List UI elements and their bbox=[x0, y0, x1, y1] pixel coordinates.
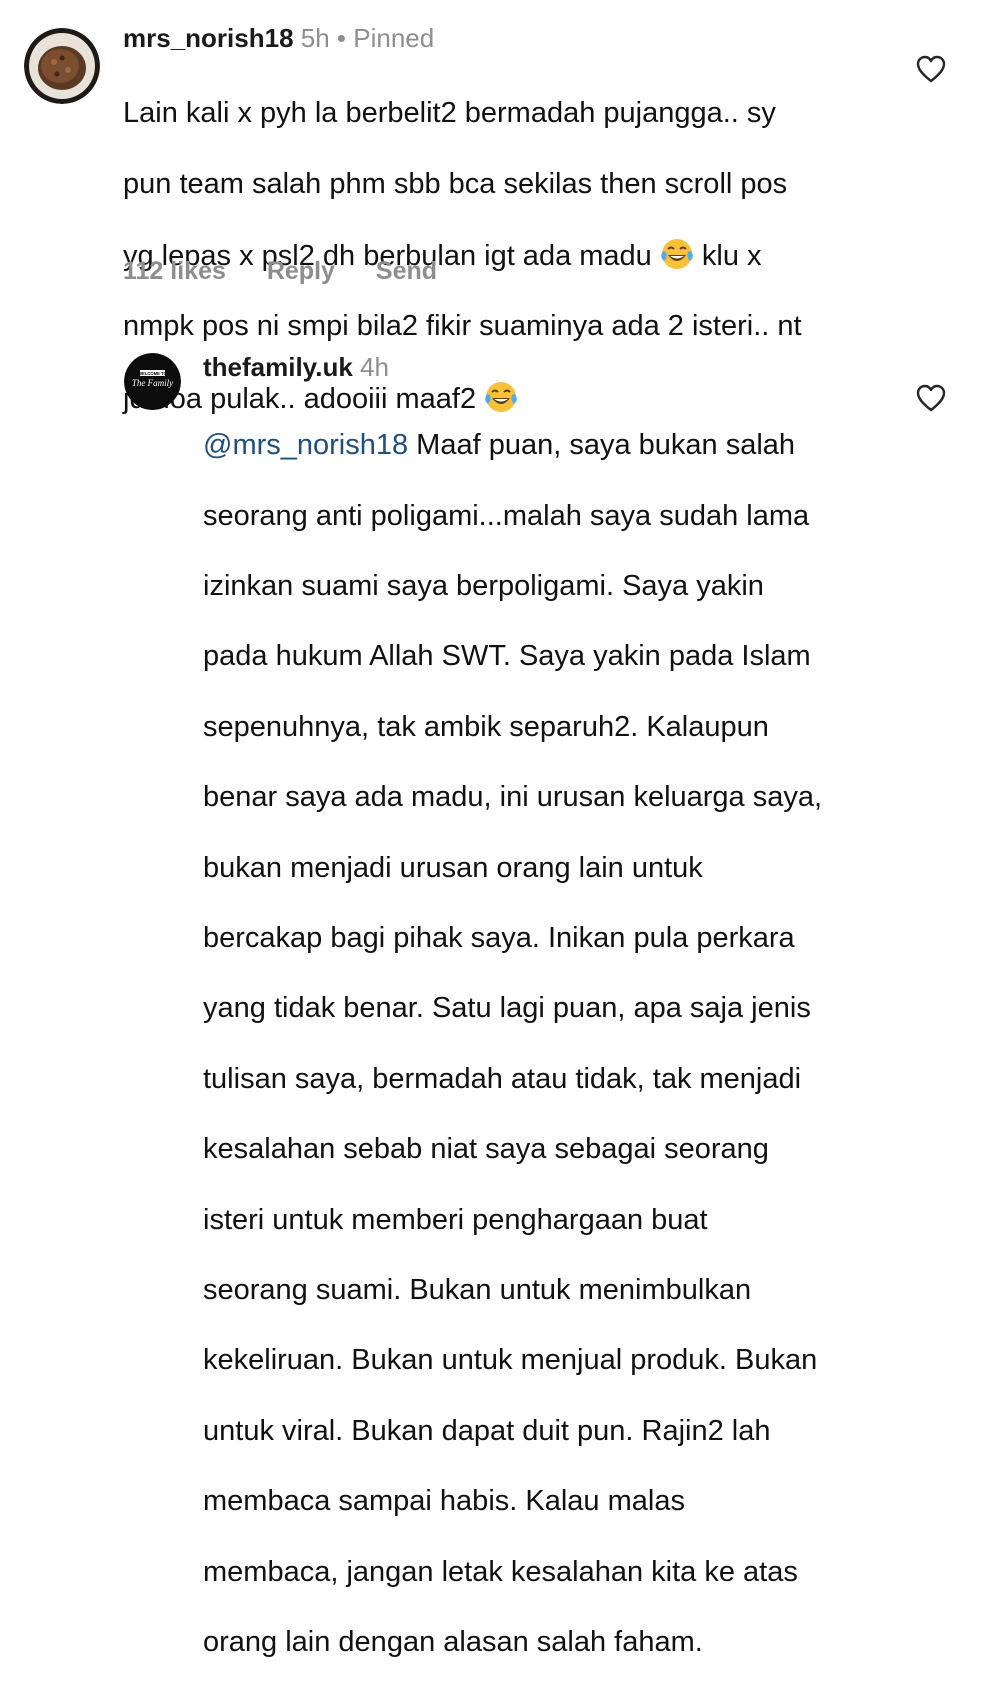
timestamp[interactable]: 5h bbox=[301, 23, 330, 53]
comment-line: membaca, jangan letak kesalahan kita ke … bbox=[203, 1555, 798, 1588]
comment-line: benar saya ada madu, ini urusan keluarga… bbox=[203, 781, 823, 814]
comment-line: yang tidak benar. Satu lagi puan, apa sa… bbox=[203, 992, 811, 1025]
cake-avatar-icon bbox=[24, 28, 100, 104]
avatar[interactable] bbox=[24, 28, 100, 104]
comment-line: isteri untuk memberi penghargaan buat bbox=[203, 1203, 708, 1236]
timestamp[interactable]: 4h bbox=[360, 352, 389, 382]
comment-mrs-norish18: mrs_norish18 5h • Pinned Lain kali x pyh… bbox=[0, 0, 1000, 415]
comment-line: pada hukum Allah SWT. Saya yakin pada Is… bbox=[203, 640, 811, 673]
likes-count[interactable]: 112 likes bbox=[123, 256, 226, 286]
reply-button[interactable]: Reply bbox=[267, 256, 335, 286]
send-button[interactable]: Send bbox=[376, 256, 437, 286]
comment-line: seorang suami. Bukan untuk menimbulkan bbox=[203, 1274, 752, 1307]
comment-actions: 112 likes Reply Send bbox=[123, 256, 437, 286]
comment-line: sepenuhnya, tak ambik separuh2. Kalaupun bbox=[203, 710, 769, 743]
comment-line-text: klu x bbox=[693, 240, 762, 273]
mention-link[interactable]: @mrs_norish18 bbox=[203, 429, 408, 461]
comment-header: thefamily.uk 4h bbox=[203, 351, 389, 383]
the-family-logo-icon: WELCOME TO The Family bbox=[124, 353, 181, 410]
face-with-tears-of-joy-icon bbox=[660, 237, 694, 271]
comment-header: mrs_norish18 5h • Pinned bbox=[123, 22, 434, 54]
comment-line-text: Maaf puan, saya bukan salah bbox=[408, 429, 796, 462]
pinned-label: Pinned bbox=[353, 23, 435, 53]
logo-text-top: WELCOME TO bbox=[138, 371, 168, 376]
comment-line: untuk viral. Bukan dapat duit pun. Rajin… bbox=[203, 1414, 771, 1447]
separator-dot: • bbox=[336, 23, 347, 53]
comment-line: @mrs_norish18 Maaf puan, saya bukan sala… bbox=[203, 428, 903, 463]
comment-line: bukan menjadi urusan orang lain untuk bbox=[203, 851, 703, 884]
comment-line: pun team salah phm sbb bca sekilas then … bbox=[123, 167, 788, 200]
comment-line: kekeliruan. Bukan untuk menjual produk. … bbox=[203, 1344, 818, 1377]
avatar[interactable]: WELCOME TO The Family bbox=[124, 353, 181, 410]
comment-text: @mrs_norish18 Maaf puan, saya bukan sala… bbox=[203, 393, 903, 1696]
comment-thefamily-uk: WELCOME TO The Family thefamily.uk 4h @m… bbox=[0, 330, 1000, 1658]
logo-text-main: The Family bbox=[132, 378, 173, 388]
comment-line: kesalahan sebab niat saya sebagai seoran… bbox=[203, 1133, 769, 1166]
comment-line: Lain kali x pyh la berbelit2 bermadah pu… bbox=[123, 97, 776, 130]
username[interactable]: thefamily.uk bbox=[203, 352, 353, 382]
username[interactable]: mrs_norish18 bbox=[123, 23, 294, 53]
heart-outline-icon[interactable] bbox=[916, 55, 946, 83]
heart-outline-icon[interactable] bbox=[916, 384, 946, 412]
comment-line: izinkan suami saya berpoligami. Saya yak… bbox=[203, 570, 764, 603]
comment-line: bercakap bagi pihak saya. Inikan pula pe… bbox=[203, 922, 795, 955]
comment-line: seorang anti poligami...malah saya sudah… bbox=[203, 499, 810, 532]
comment-line: membaca sampai habis. Kalau malas bbox=[203, 1485, 685, 1518]
comment-line: tulisan saya, bermadah atau tidak, tak m… bbox=[203, 1062, 802, 1095]
comment-line: orang lain dengan alasan salah faham. bbox=[203, 1626, 703, 1659]
